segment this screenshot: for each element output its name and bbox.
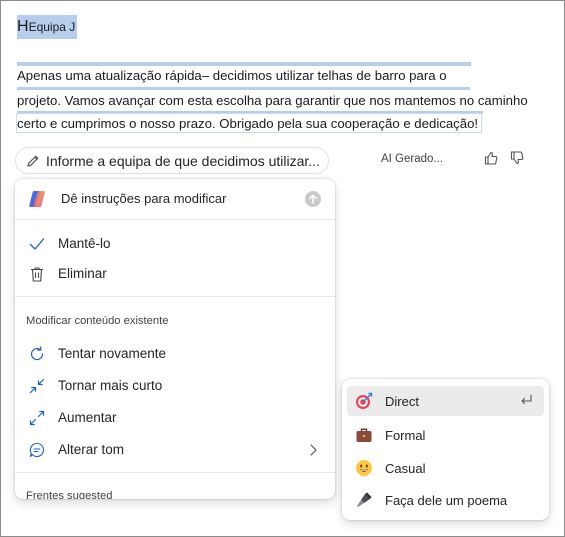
send-arrow-icon[interactable] (305, 191, 321, 212)
expand-label: Aumentar (58, 410, 117, 425)
document-line[interactable]: Apenas uma atualização rápida– decidimos… (17, 67, 447, 85)
document-window: HEquipa J Apenas uma atualização rápida–… (0, 0, 565, 537)
document-line[interactable]: certo e cumprimos o nosso prazo. Obrigad… (17, 115, 478, 133)
keep-button[interactable]: Mantê-lo (15, 229, 335, 259)
tone-item-formal[interactable]: Formal (347, 420, 544, 450)
selection-highlight (17, 87, 470, 90)
briefcase-icon (355, 426, 373, 444)
shorter-button[interactable]: Tornar mais curto (15, 371, 335, 401)
trash-icon (28, 265, 46, 283)
tone-item-label: Casual (385, 461, 426, 476)
grinning-face-icon (355, 459, 373, 477)
change-tone-label: Alterar tom (58, 442, 125, 457)
tone-item-casual[interactable]: Casual (347, 453, 544, 483)
shorter-label: Tornar mais curto (58, 378, 163, 393)
chevron-right-icon (307, 443, 319, 462)
divider (15, 219, 335, 220)
fountain-pen-icon (355, 491, 373, 509)
divider (15, 296, 335, 297)
modify-section-label: Modificar conteúdo existente (26, 315, 169, 327)
document-line[interactable]: projeto. Vamos avançar com esta escolha … (17, 92, 528, 110)
refresh-icon (28, 345, 46, 363)
tone-submenu: Direct Formal Casual Faça dele um poema (342, 379, 549, 520)
expand-arrows-icon (28, 409, 46, 427)
tone-item-label: Faça dele um poema (385, 493, 508, 508)
copilot-menu: Dê instruções para modificar Mantê-lo El… (15, 179, 335, 499)
thumbs-up-icon[interactable] (483, 150, 499, 171)
retry-button[interactable]: Tentar novamente (15, 339, 335, 369)
tone-item-label: Formal (385, 428, 426, 443)
keep-label: Mantê-lo (58, 236, 111, 251)
suggested-section-label: Frentes sugested (26, 490, 113, 499)
title-rest: Equipa J (28, 20, 76, 34)
target-icon (355, 392, 373, 410)
selection-highlight (17, 62, 471, 66)
expand-button[interactable]: Aumentar (15, 403, 335, 433)
tone-item-poem[interactable]: Faça dele um poema (347, 485, 544, 515)
checkmark-icon (28, 235, 46, 253)
title-initial: H (17, 18, 29, 35)
shrink-arrows-icon (28, 377, 46, 395)
tone-item-label: Direct (385, 394, 419, 409)
prompt-pill[interactable]: Informe a equipa de que decidimos utiliz… (15, 147, 329, 174)
delete-button[interactable]: Eliminar (15, 259, 335, 289)
divider (15, 472, 335, 473)
document-title[interactable]: HEquipa J (17, 15, 77, 39)
ai-generated-label: AI Gerado... (381, 153, 444, 165)
copilot-logo-icon (27, 189, 47, 214)
change-tone-button[interactable]: Alterar tom (15, 435, 335, 465)
instruction-input[interactable]: Dê instruções para modificar (15, 179, 335, 219)
enter-key-icon (519, 393, 533, 412)
prompt-text: Informe a equipa de que decidimos utiliz… (46, 153, 320, 169)
pencil-icon (25, 153, 41, 174)
tone-item-direct[interactable]: Direct (347, 386, 544, 416)
instruction-placeholder: Dê instruções para modificar (61, 191, 227, 206)
thumbs-down-icon[interactable] (509, 150, 525, 171)
chat-bubble-icon (28, 441, 46, 459)
retry-label: Tentar novamente (58, 346, 167, 361)
delete-label: Eliminar (58, 266, 107, 281)
